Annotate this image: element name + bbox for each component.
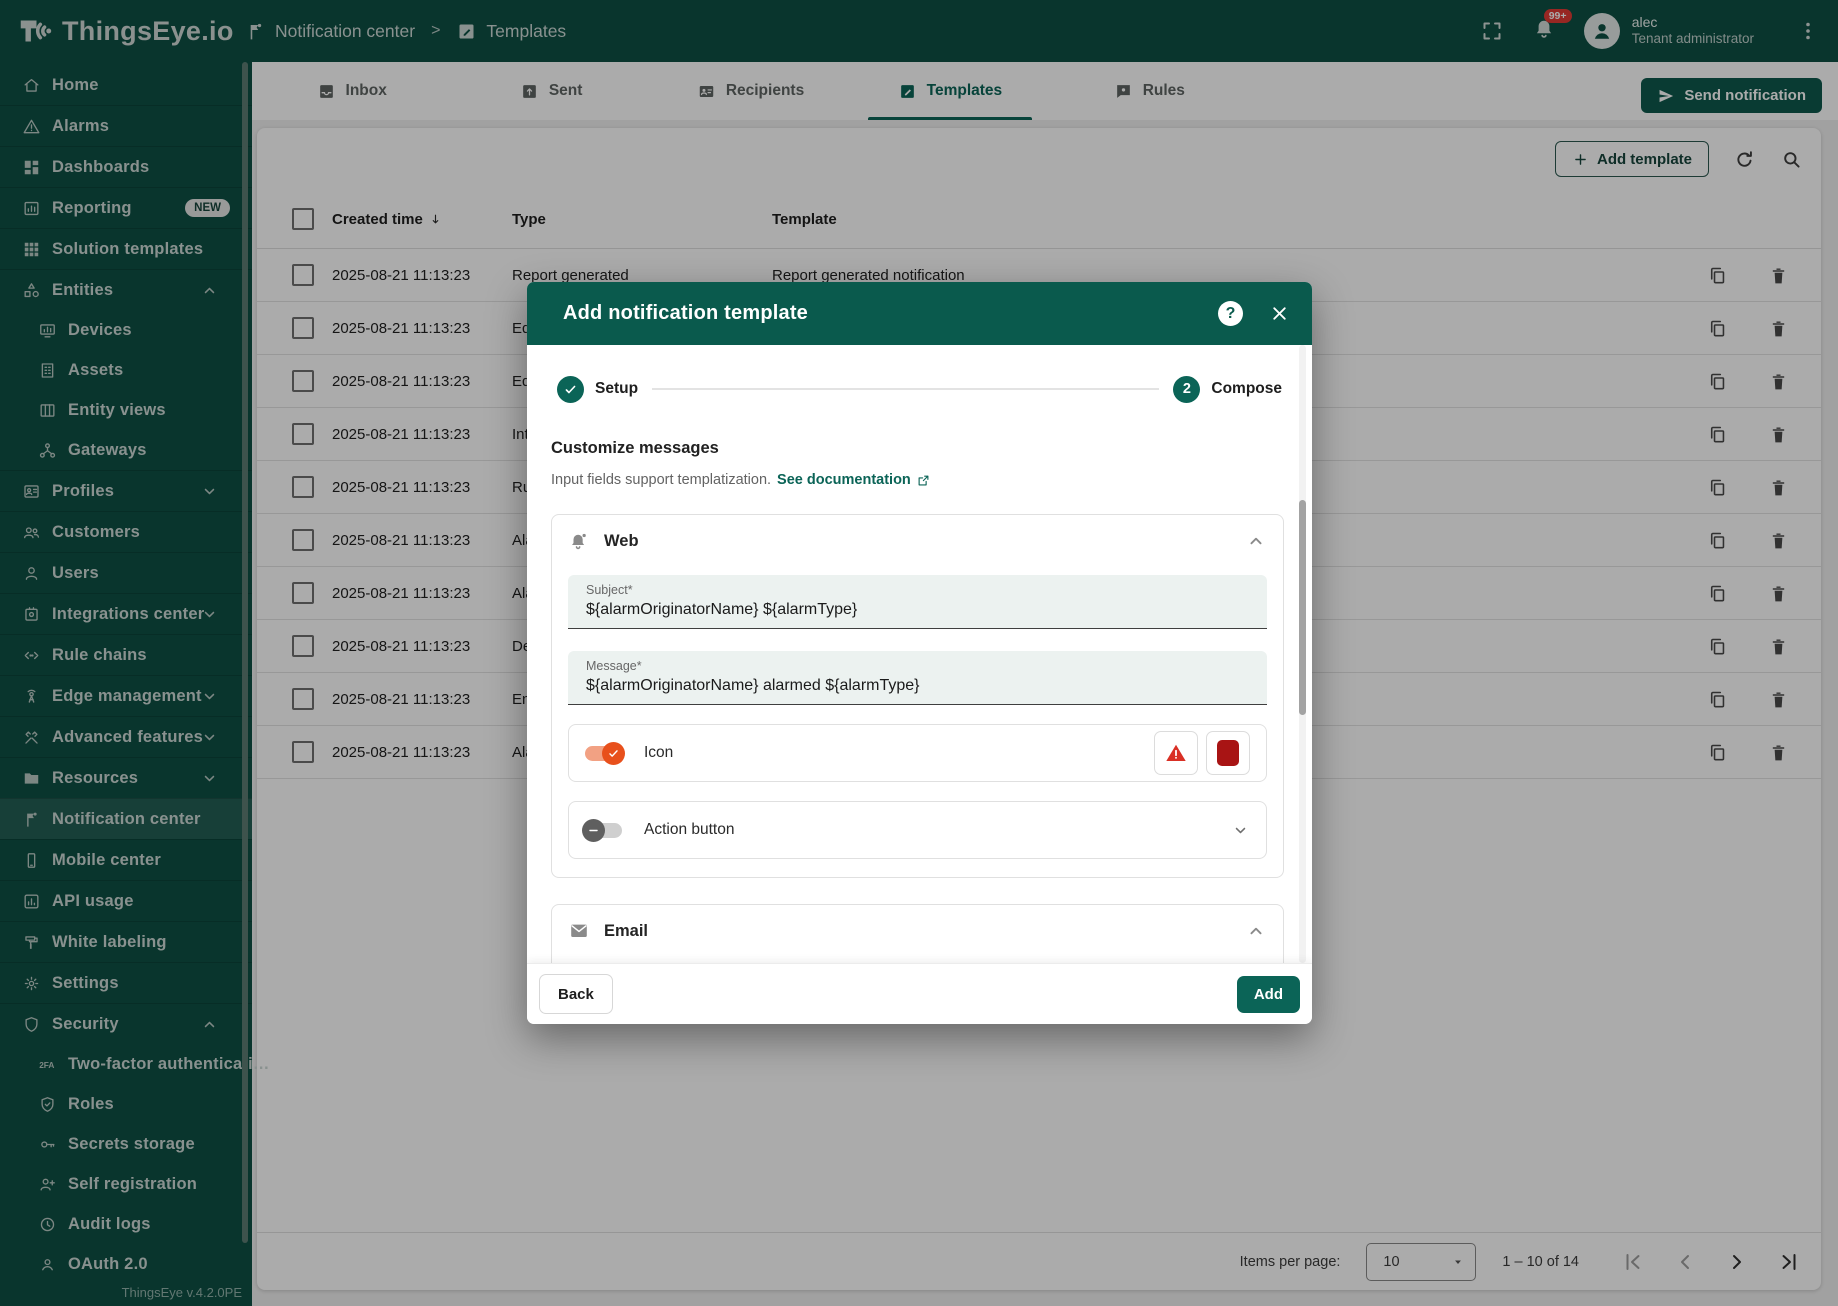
web-subject-label: Subject* (586, 583, 1249, 597)
email-section-header[interactable]: Email (568, 905, 1267, 957)
toggle-minus-icon (587, 824, 600, 837)
web-message-input[interactable] (586, 673, 1249, 695)
help-icon[interactable]: ? (1218, 301, 1243, 326)
toggle-check-icon (607, 747, 620, 760)
step-compose-circle: 2 (1173, 376, 1200, 403)
color-swatch (1217, 740, 1239, 766)
add-notification-template-dialog: Add notification template ? Setup 2 Comp… (527, 282, 1312, 1024)
email-section: Email Subject* (551, 904, 1284, 963)
modal-scrollbar-thumb[interactable] (1299, 500, 1306, 715)
web-section-label: Web (604, 532, 639, 551)
icon-toggle[interactable] (585, 746, 622, 761)
email-icon (568, 920, 590, 942)
web-subject-field: Subject* (568, 575, 1267, 629)
web-section-header[interactable]: Web (568, 515, 1267, 567)
icon-color-button[interactable] (1206, 731, 1250, 775)
modal-header: Add notification template ? (527, 282, 1312, 345)
chevron-up-icon[interactable] (1245, 920, 1267, 942)
check-icon (563, 382, 578, 397)
web-message-label: Message* (586, 659, 1249, 673)
see-documentation-link[interactable]: See documentation (777, 472, 931, 488)
step-setup-label[interactable]: Setup (595, 380, 638, 398)
chevron-up-icon[interactable] (1245, 530, 1267, 552)
add-button[interactable]: Add (1237, 976, 1300, 1013)
hint-text: Input fields support templatization. (551, 472, 771, 488)
back-button[interactable]: Back (539, 974, 613, 1014)
templatization-hint: Input fields support templatization. See… (551, 472, 1312, 488)
chevron-down-icon[interactable] (1231, 821, 1250, 840)
customize-messages-heading: Customize messages (551, 439, 1312, 458)
web-section: Web Subject* Message* Icon (551, 514, 1284, 878)
modal-title: Add notification template (563, 302, 808, 325)
icon-row: Icon (568, 724, 1267, 782)
web-message-field: Message* (568, 651, 1267, 705)
warning-icon (1164, 741, 1188, 765)
external-link-icon (916, 473, 931, 488)
action-button-label: Action button (644, 821, 734, 839)
modal-footer: Back Add (527, 963, 1312, 1024)
stepper: Setup 2 Compose (527, 349, 1312, 429)
modal-header-actions: ? (1218, 301, 1290, 326)
close-icon[interactable] (1269, 303, 1290, 324)
icon-toggle-label: Icon (644, 744, 673, 762)
step-compose-label[interactable]: Compose (1211, 380, 1282, 398)
stepper-connector (652, 388, 1159, 390)
step-setup-check-icon (557, 376, 584, 403)
action-button-toggle[interactable] (585, 823, 622, 838)
action-button-row: Action button (568, 801, 1267, 859)
web-bell-icon (568, 530, 590, 552)
email-section-label: Email (604, 922, 648, 941)
step-compose-number: 2 (1183, 381, 1191, 397)
modal-body: Setup 2 Compose Customize messages Input… (527, 345, 1312, 963)
icon-row-actions (1154, 731, 1250, 775)
doc-link-label: See documentation (777, 472, 911, 488)
web-subject-input[interactable] (586, 597, 1249, 619)
icon-picker-button[interactable] (1154, 731, 1198, 775)
